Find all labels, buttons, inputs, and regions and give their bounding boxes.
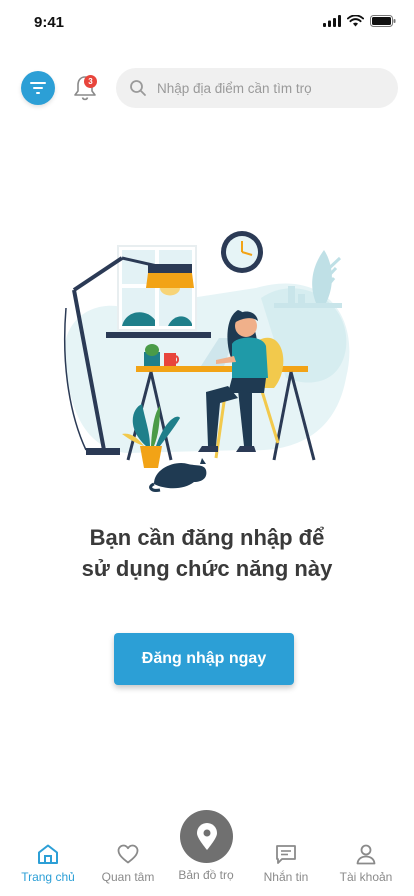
wifi-icon (347, 15, 364, 27)
location-pin-icon (196, 822, 217, 850)
nav-account[interactable]: Tài khoản (326, 842, 406, 884)
status-bar: 9:41 (0, 0, 414, 44)
search-box[interactable]: Nhập địa điểm cần tìm trọ (116, 68, 398, 108)
status-time: 9:41 (34, 14, 65, 31)
map-button[interactable] (180, 810, 233, 863)
nav-messages-label: Nhắn tin (263, 870, 309, 884)
filter-button[interactable] (21, 71, 55, 105)
search-icon (130, 80, 146, 96)
nav-messages[interactable]: Nhắn tin (246, 842, 326, 884)
user-icon (356, 844, 376, 865)
search-input[interactable]: Nhập địa điểm cần tìm trọ (157, 81, 312, 96)
signal-icon (323, 15, 341, 27)
filter-icon (30, 82, 46, 94)
nav-favorites-label: Quan tâm (101, 870, 155, 884)
login-now-button[interactable]: Đăng nhập ngay (114, 633, 294, 685)
heart-icon (117, 844, 139, 864)
battery-icon (370, 15, 396, 27)
nav-account-label: Tài khoản (339, 870, 393, 884)
message-line-1: Bạn cần đăng nhập để (89, 525, 325, 550)
login-required-message: Bạn cần đăng nhập để sử dụng chức năng n… (40, 522, 374, 584)
home-icon (38, 844, 58, 864)
status-icons (323, 15, 396, 27)
nav-map-label[interactable]: Bản đồ trọ (166, 868, 246, 882)
work-desk-illustration (63, 231, 350, 492)
header: Nhập địa điểm cần tìm trọ (0, 68, 414, 110)
notification-badge: 3 (84, 75, 97, 88)
nav-home[interactable]: Trang chủ (8, 842, 88, 884)
message-line-2: sử dụng chức năng này (81, 556, 333, 581)
nav-home-label: Trang chủ (21, 870, 75, 884)
bottom-nav: Trang chủ Quan tâm Bản đồ trọ Nhắn tin T… (0, 810, 414, 896)
nav-favorites[interactable]: Quan tâm (88, 842, 168, 884)
chat-icon (276, 845, 296, 864)
